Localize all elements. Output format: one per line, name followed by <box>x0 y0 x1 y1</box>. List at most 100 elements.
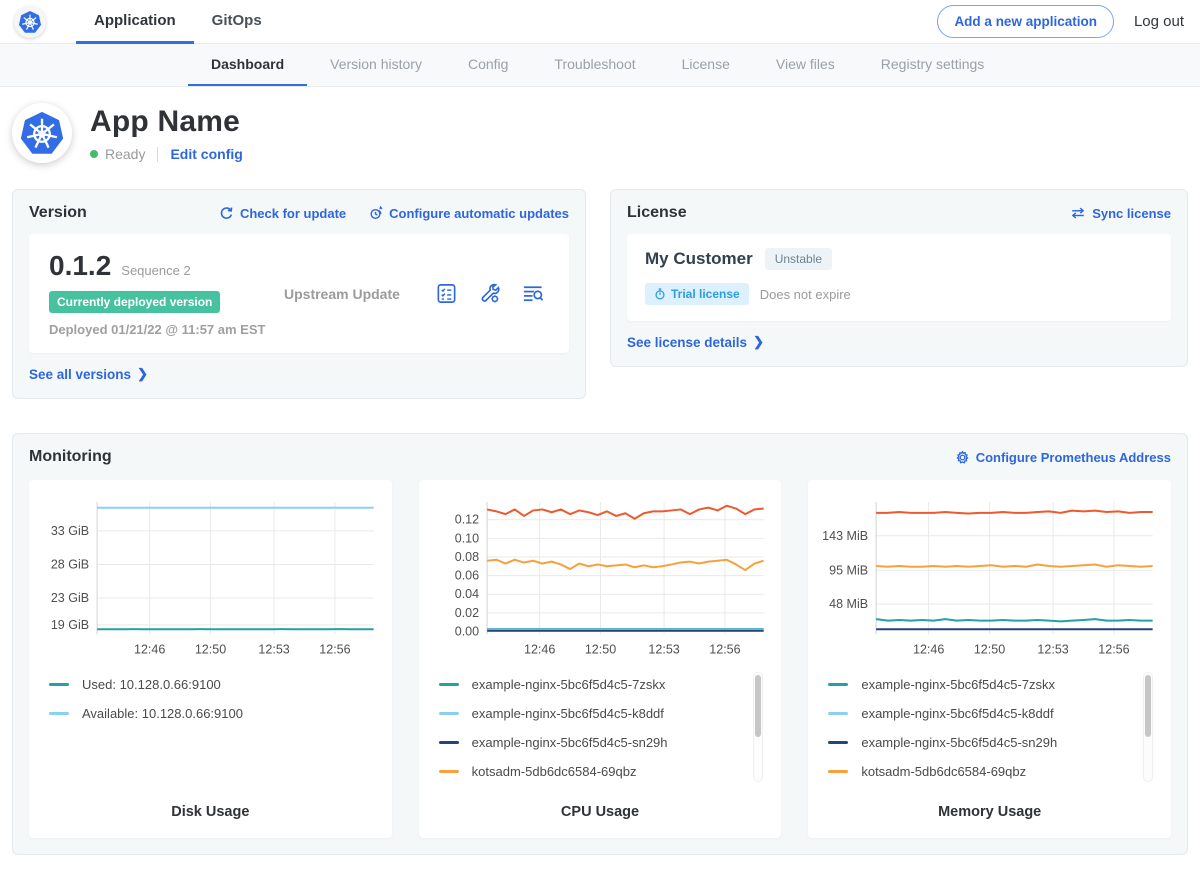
subnav-tab-config[interactable]: Config <box>445 44 531 86</box>
chart-card-memory-usage: 48 MiB95 MiB143 MiB12:4612:5012:5312:56e… <box>808 480 1171 838</box>
legend-swatch <box>439 770 459 773</box>
legend-item: example-nginx-5bc6f5d4c5-7zskx <box>439 670 744 699</box>
sync-license-link[interactable]: Sync license <box>1070 206 1171 221</box>
svg-text:19 GiB: 19 GiB <box>51 618 89 632</box>
customer-name: My Customer <box>645 249 753 269</box>
legend-swatch <box>49 712 69 715</box>
subnav-tab-version-history[interactable]: Version history <box>307 44 445 86</box>
chart-legend: example-nginx-5bc6f5d4c5-7zskx example-ng… <box>439 670 766 788</box>
refresh-icon <box>219 206 234 221</box>
version-sequence: Sequence 2 <box>121 263 190 278</box>
legend-swatch <box>828 770 848 773</box>
legend-label: example-nginx-5bc6f5d4c5-sn29h <box>472 735 668 750</box>
subnav-tab-license[interactable]: License <box>659 44 753 86</box>
chevron-right-icon: ❯ <box>753 334 764 350</box>
version-card: Version Check for update Configure autom… <box>12 189 586 399</box>
svg-text:12:50: 12:50 <box>585 642 616 656</box>
kubernetes-logo-small[interactable] <box>14 6 46 38</box>
svg-text:28 GiB: 28 GiB <box>51 557 89 571</box>
svg-text:0.06: 0.06 <box>454 569 478 583</box>
svg-text:33 GiB: 33 GiB <box>51 524 89 538</box>
svg-text:95 MiB: 95 MiB <box>829 563 868 577</box>
subnav-tab-troubleshoot[interactable]: Troubleshoot <box>531 44 658 86</box>
version-number: 0.1.2 <box>49 250 111 282</box>
legend-label: example-nginx-5bc6f5d4c5-k8ddf <box>861 706 1053 721</box>
kubernetes-icon <box>18 10 42 34</box>
chart-legend: example-nginx-5bc6f5d4c5-7zskx example-ng… <box>828 670 1155 788</box>
legend-label: example-nginx-5bc6f5d4c5-sn29h <box>861 735 1057 750</box>
chart-title: CPU Usage <box>429 804 772 820</box>
configure-prometheus-link[interactable]: Configure Prometheus Address <box>955 450 1171 465</box>
legend-scrollbar[interactable] <box>753 672 763 782</box>
svg-text:0.08: 0.08 <box>454 550 478 564</box>
chart-title: Memory Usage <box>818 804 1161 820</box>
check-for-update-link[interactable]: Check for update <box>219 206 346 221</box>
legend-scrollbar-thumb[interactable] <box>755 675 761 737</box>
legend-swatch <box>828 741 848 744</box>
page-title: App Name <box>90 105 243 139</box>
legend-item: example-nginx-5bc6f5d4c5-k8ddf <box>439 699 744 728</box>
svg-text:12:53: 12:53 <box>648 642 679 656</box>
channel-badge: Unstable <box>765 248 832 270</box>
svg-text:12:53: 12:53 <box>258 642 289 656</box>
license-type-badge: Trial license <box>645 283 749 305</box>
license-card-title: License <box>627 204 687 222</box>
legend-item: kotsadm-5db6dc6584-69qbz <box>439 757 744 786</box>
preflight-checks-icon[interactable] <box>435 282 458 305</box>
update-schedule-icon <box>368 206 383 221</box>
chart-plot: 19 GiB 23 GiB 28 GiB 33 GiB 12:46 12:50 12:53 1… <box>39 492 382 660</box>
subnav-tab-registry-settings[interactable]: Registry settings <box>858 44 1007 86</box>
legend-label: Used: 10.128.0.66:9100 <box>82 677 221 692</box>
legend-scrollbar[interactable] <box>1143 672 1153 782</box>
legend-label: example-nginx-5bc6f5d4c5-7zskx <box>861 677 1055 692</box>
legend-item: example-nginx-5bc6f5d4c5-sn29h <box>828 728 1133 757</box>
svg-text:12:56: 12:56 <box>1099 642 1130 656</box>
svg-text:12:50: 12:50 <box>195 642 226 656</box>
svg-text:12:46: 12:46 <box>134 642 165 656</box>
chart-title: Disk Usage <box>39 804 382 820</box>
version-card-title: Version <box>29 204 87 222</box>
add-application-button[interactable]: Add a new application <box>937 5 1114 38</box>
status-badge: Ready <box>105 146 145 162</box>
gear-icon <box>955 450 970 465</box>
subnav-tab-view-files[interactable]: View files <box>753 44 858 86</box>
legend-label: example-nginx-5bc6f5d4c5-7zskx <box>472 677 666 692</box>
chart-plot: 48 MiB95 MiB143 MiB12:4612:5012:5312:56 <box>818 492 1161 660</box>
legend-swatch <box>828 712 848 715</box>
sync-icon <box>1070 206 1086 220</box>
divider <box>157 147 158 162</box>
monitoring-card: Monitoring Configure Prometheus Address … <box>12 433 1188 855</box>
legend-label: Available: 10.128.0.66:9100 <box>82 706 243 721</box>
topnav-tabs: ApplicationGitOps <box>76 0 280 44</box>
svg-text:0.00: 0.00 <box>454 624 478 638</box>
chart-card-disk-usage: 19 GiB 23 GiB 28 GiB 33 GiB 12:46 12:50 12:53 1… <box>29 480 392 838</box>
svg-text:12:46: 12:46 <box>524 642 555 656</box>
legend-item: example-nginx-5bc6f5d4c5-sn29h <box>439 728 744 757</box>
edit-config-link[interactable]: Edit config <box>170 146 242 162</box>
config-wrench-icon[interactable] <box>478 282 501 305</box>
deployed-timestamp: Deployed 01/21/22 @ 11:57 am EST <box>49 322 284 337</box>
svg-text:48 MiB: 48 MiB <box>829 597 868 611</box>
subnav-tab-dashboard[interactable]: Dashboard <box>188 44 307 86</box>
legend-item: example-nginx-5bc6f5d4c5-k8ddf <box>828 699 1133 728</box>
legend-swatch <box>49 683 69 686</box>
version-source-label: Upstream Update <box>284 286 435 302</box>
legend-swatch <box>439 741 459 744</box>
svg-text:0.12: 0.12 <box>454 513 478 527</box>
view-logs-icon[interactable] <box>521 282 545 305</box>
kubernetes-icon <box>19 110 65 156</box>
topnav-tab-application[interactable]: Application <box>76 0 194 44</box>
svg-text:23 GiB: 23 GiB <box>51 591 89 605</box>
svg-text:12:56: 12:56 <box>319 642 350 656</box>
see-all-versions-link[interactable]: See all versions❯ <box>29 366 569 382</box>
legend-scrollbar-thumb[interactable] <box>1145 675 1151 737</box>
configure-automatic-updates-link[interactable]: Configure automatic updates <box>368 206 569 221</box>
see-license-details-link[interactable]: See license details❯ <box>627 334 1171 350</box>
legend-item: kotsadm-5db6dc6584-69qbz <box>828 757 1133 786</box>
svg-text:143 MiB: 143 MiB <box>823 529 869 543</box>
topnav-tab-gitops[interactable]: GitOps <box>194 0 280 44</box>
svg-text:12:56: 12:56 <box>709 642 740 656</box>
chart-plot: 0.000.020.040.060.080.100.1212:4612:5012… <box>429 492 772 660</box>
app-subnav: DashboardVersion historyConfigTroublesho… <box>0 44 1200 87</box>
logout-button[interactable]: Log out <box>1134 13 1184 30</box>
